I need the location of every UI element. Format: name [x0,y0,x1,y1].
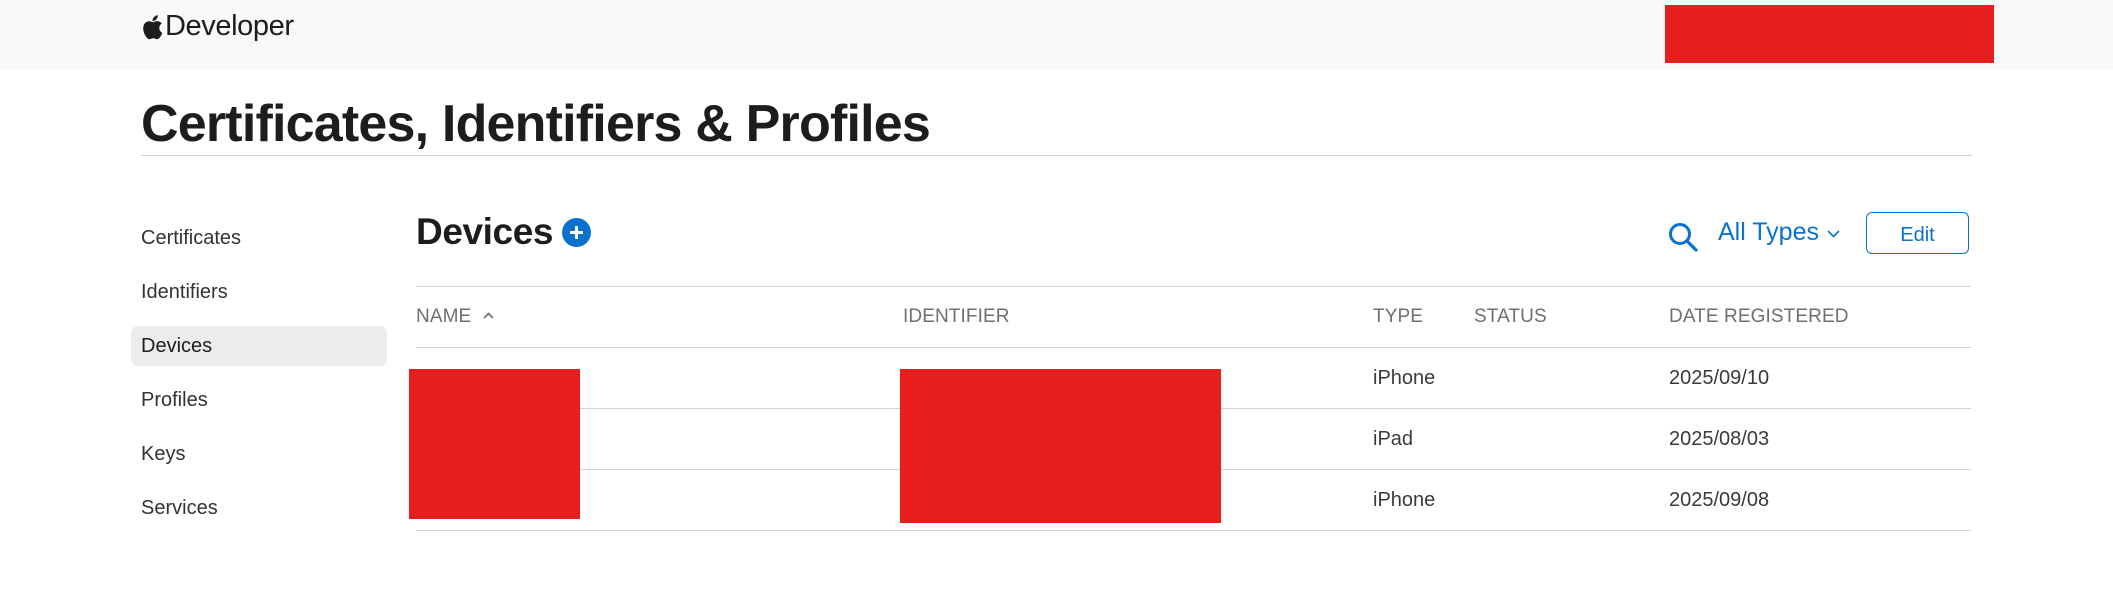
sidebar-item-certificates[interactable]: Certificates [131,218,387,258]
table-header-row: NAME IDENTIFIER TYPE STATUS DATE REGISTE… [416,287,1971,347]
device-date-registered: 2025/09/10 [1669,367,1770,389]
redacted-device-identifiers [900,369,1221,523]
developer-brand-link[interactable]: Developer [141,10,294,43]
type-filter-dropdown[interactable]: All Types [1718,218,1840,247]
chevron-up-icon [483,312,494,319]
column-header-name[interactable]: NAME [416,287,494,347]
page-title: Certificates, Identifiers & Profiles [141,95,931,153]
search-button[interactable] [1668,222,1698,257]
sidebar-item-profiles[interactable]: Profiles [131,380,387,420]
title-divider [141,155,1972,156]
column-header-date-registered[interactable]: DATE REGISTERED [1669,287,1849,347]
device-date-registered: 2025/09/08 [1669,489,1770,511]
plus-circle-icon [570,225,584,239]
chevron-down-icon [1827,229,1840,238]
search-icon [1669,223,1698,252]
apple-logo-icon [143,14,163,39]
section-header: Devices [416,211,592,253]
device-type: iPhone [1373,489,1436,511]
add-device-button[interactable] [562,217,592,247]
sidebar-item-devices[interactable]: Devices [131,326,387,366]
section-title: Devices [416,211,554,252]
table-divider [416,530,1971,531]
device-type: iPhone [1373,367,1436,389]
brand-label: Developer [165,10,294,42]
device-date-registered: 2025/08/03 [1669,428,1770,450]
sidebar-item-keys[interactable]: Keys [131,434,387,474]
column-header-type[interactable]: TYPE [1373,287,1423,347]
sidebar-item-services[interactable]: Services [131,488,387,528]
top-navigation-bar: Developer [0,0,2113,70]
column-header-status[interactable]: STATUS [1474,287,1547,347]
column-header-identifier[interactable]: IDENTIFIER [903,287,1010,347]
redacted-device-names [409,369,580,519]
sidebar-item-identifiers[interactable]: Identifiers [131,272,387,312]
redacted-account-area [1665,5,1994,63]
edit-button[interactable]: Edit [1866,212,1969,254]
column-header-name-label: NAME [416,306,472,327]
type-filter-label: All Types [1718,218,1819,246]
sidebar-navigation: Certificates Identifiers Devices Profile… [131,218,387,542]
device-type: iPad [1373,428,1414,450]
